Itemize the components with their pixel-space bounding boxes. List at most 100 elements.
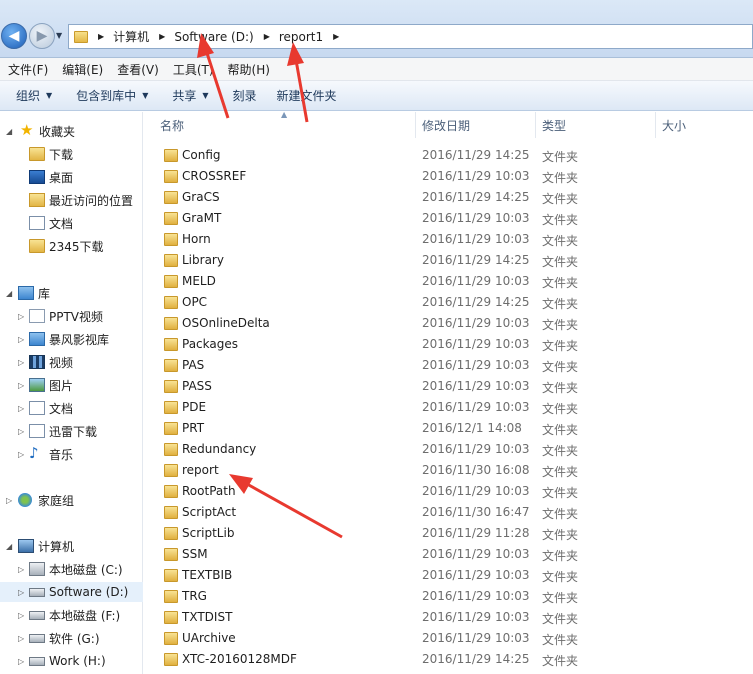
expand-icon[interactable]: ▷	[18, 335, 24, 344]
nav-drive-g[interactable]: ▷ 软件 (G:)	[0, 628, 143, 648]
file-row[interactable]: PRT 2016/12/1 14:08 文件夹	[146, 418, 753, 439]
file-row[interactable]: Config 2016/11/29 14:25 文件夹	[146, 145, 753, 166]
nav-homegroup[interactable]: ▷ 家庭组	[0, 490, 143, 510]
file-row[interactable]: ScriptAct 2016/11/30 16:47 文件夹	[146, 502, 753, 523]
collapse-icon[interactable]: ◢	[6, 542, 12, 551]
new-folder-button[interactable]: 新建文件夹	[269, 87, 345, 104]
breadcrumb[interactable]: ▶ 计算机 ▶ Software (D:) ▶ report1 ▶	[68, 24, 753, 49]
nav-video[interactable]: ▷ 视频	[0, 352, 143, 372]
expand-icon[interactable]: ▷	[18, 611, 24, 620]
nav-2345-download[interactable]: 2345下载	[0, 236, 143, 256]
file-row[interactable]: SSM 2016/11/29 10:03 文件夹	[146, 544, 753, 565]
collapse-icon[interactable]: ◢	[6, 127, 12, 136]
file-row[interactable]: Horn 2016/11/29 10:03 文件夹	[146, 229, 753, 250]
file-name: ScriptAct	[182, 505, 237, 519]
share-button[interactable]: 共享 ▼	[164, 87, 216, 104]
nav-computer[interactable]: ◢ 计算机	[0, 536, 143, 556]
file-type: 文件夹	[542, 213, 579, 227]
nav-downloads[interactable]: 下载	[0, 144, 143, 164]
chevron-right-icon[interactable]: ▶	[264, 32, 270, 41]
file-row[interactable]: UArchive 2016/11/29 10:03 文件夹	[146, 628, 753, 649]
chevron-right-icon[interactable]: ▶	[333, 32, 339, 41]
chevron-right-icon[interactable]: ▶	[98, 32, 104, 41]
menu-edit[interactable]: 编辑(E)	[62, 61, 103, 78]
file-row[interactable]: GraMT 2016/11/29 10:03 文件夹	[146, 208, 753, 229]
desktop-icon	[29, 170, 45, 184]
menu-file[interactable]: 文件(F)	[8, 61, 48, 78]
file-row[interactable]: TXTDIST 2016/11/29 10:03 文件夹	[146, 607, 753, 628]
nav-drive-f[interactable]: ▷ 本地磁盘 (F:)	[0, 605, 143, 625]
file-row[interactable]: Packages 2016/11/29 10:03 文件夹	[146, 334, 753, 355]
column-header-name[interactable]: 名称	[154, 112, 416, 138]
file-row[interactable]: XTC-20160128MDF 2016/11/29 14:25 文件夹	[146, 649, 753, 670]
folder-icon	[164, 653, 178, 666]
file-type: 文件夹	[542, 570, 579, 584]
chevron-right-icon[interactable]: ▶	[159, 32, 165, 41]
nav-pictures-label: 图片	[49, 378, 74, 393]
column-header-date[interactable]: 修改日期	[416, 112, 536, 138]
organize-button[interactable]: 组织 ▼	[8, 87, 60, 104]
file-name: Packages	[182, 337, 238, 351]
nav-drive-h[interactable]: ▷ Work (H:)	[0, 651, 143, 671]
nav-favorites[interactable]: ◢ ★ 收藏夹	[0, 121, 143, 141]
nav-baofeng[interactable]: ▷ 暴风影视库	[0, 329, 143, 349]
expand-icon[interactable]: ▷	[18, 657, 24, 666]
file-row[interactable]: TRG 2016/11/29 10:03 文件夹	[146, 586, 753, 607]
expand-icon[interactable]: ▷	[18, 404, 24, 413]
file-date: 2016/11/29 10:03	[422, 547, 530, 561]
file-row[interactable]: GraCS 2016/11/29 14:25 文件夹	[146, 187, 753, 208]
include-in-library-button[interactable]: 包含到库中 ▼	[68, 87, 156, 104]
nav-music[interactable]: ▷ ♪ 音乐	[0, 444, 143, 464]
nav-xunlei[interactable]: ▷ 迅雷下载	[0, 421, 143, 441]
file-row[interactable]: RootPath 2016/11/29 10:03 文件夹	[146, 481, 753, 502]
file-row[interactable]: OPC 2016/11/29 14:25 文件夹	[146, 292, 753, 313]
file-row[interactable]: TEXTBIB 2016/11/29 10:03 文件夹	[146, 565, 753, 586]
nav-recent[interactable]: 最近访问的位置	[0, 190, 143, 210]
back-button[interactable]: ◀	[1, 23, 27, 49]
column-header-type[interactable]: 类型	[536, 112, 656, 138]
nav-libraries[interactable]: ◢ 库	[0, 283, 143, 303]
file-row[interactable]: OSOnlineDelta 2016/11/29 10:03 文件夹	[146, 313, 753, 334]
menu-tools[interactable]: 工具(T)	[173, 61, 214, 78]
file-row[interactable]: report 2016/11/30 16:08 文件夹	[146, 460, 753, 481]
nav-pictures[interactable]: ▷ 图片	[0, 375, 143, 395]
expand-icon[interactable]: ▷	[6, 496, 12, 505]
expand-icon[interactable]: ▷	[18, 358, 24, 367]
recent-pages-dropdown-icon[interactable]: ▼	[56, 31, 62, 40]
nav-desktop[interactable]: 桌面	[0, 167, 143, 187]
nav-drive-c[interactable]: ▷ 本地磁盘 (C:)	[0, 559, 143, 579]
file-name: PDE	[182, 400, 207, 414]
file-row[interactable]: ScriptLib 2016/11/29 11:28 文件夹	[146, 523, 753, 544]
expand-icon[interactable]: ▷	[18, 312, 24, 321]
nav-documents[interactable]: ▷ 文档	[0, 398, 143, 418]
menu-view[interactable]: 查看(V)	[117, 61, 159, 78]
forward-button[interactable]: ▶	[29, 23, 55, 49]
file-type: 文件夹	[542, 507, 579, 521]
file-row[interactable]: Redundancy 2016/11/29 10:03 文件夹	[146, 439, 753, 460]
burn-button[interactable]: 刻录	[225, 87, 265, 104]
file-row[interactable]: CROSSREF 2016/11/29 10:03 文件夹	[146, 166, 753, 187]
column-header-size[interactable]: 大小	[656, 112, 753, 138]
expand-icon[interactable]: ▷	[18, 427, 24, 436]
nav-drive-d[interactable]: ▷ Software (D:)	[0, 582, 143, 602]
breadcrumb-computer[interactable]: 计算机	[113, 28, 149, 45]
breadcrumb-report1[interactable]: report1	[279, 30, 323, 44]
expand-icon[interactable]: ▷	[18, 450, 24, 459]
expand-icon[interactable]: ▷	[18, 381, 24, 390]
file-row[interactable]: Library 2016/11/29 14:25 文件夹	[146, 250, 753, 271]
folder-icon	[164, 632, 178, 645]
nav-pptv[interactable]: ▷ PPTV视频	[0, 306, 143, 326]
nav-documents-fav[interactable]: 文档	[0, 213, 143, 233]
file-row[interactable]: PAS 2016/11/29 10:03 文件夹	[146, 355, 753, 376]
expand-icon[interactable]: ▷	[18, 565, 24, 574]
file-row[interactable]: MELD 2016/11/29 10:03 文件夹	[146, 271, 753, 292]
menu-help[interactable]: 帮助(H)	[228, 61, 270, 78]
collapse-icon[interactable]: ◢	[6, 289, 12, 298]
breadcrumb-drive-d[interactable]: Software (D:)	[174, 30, 253, 44]
file-row[interactable]: PDE 2016/11/29 10:03 文件夹	[146, 397, 753, 418]
file-date: 2016/11/29 10:03	[422, 337, 530, 351]
picture-icon	[29, 378, 45, 392]
expand-icon[interactable]: ▷	[18, 634, 24, 643]
file-row[interactable]: PASS 2016/11/29 10:03 文件夹	[146, 376, 753, 397]
expand-icon[interactable]: ▷	[18, 588, 24, 597]
